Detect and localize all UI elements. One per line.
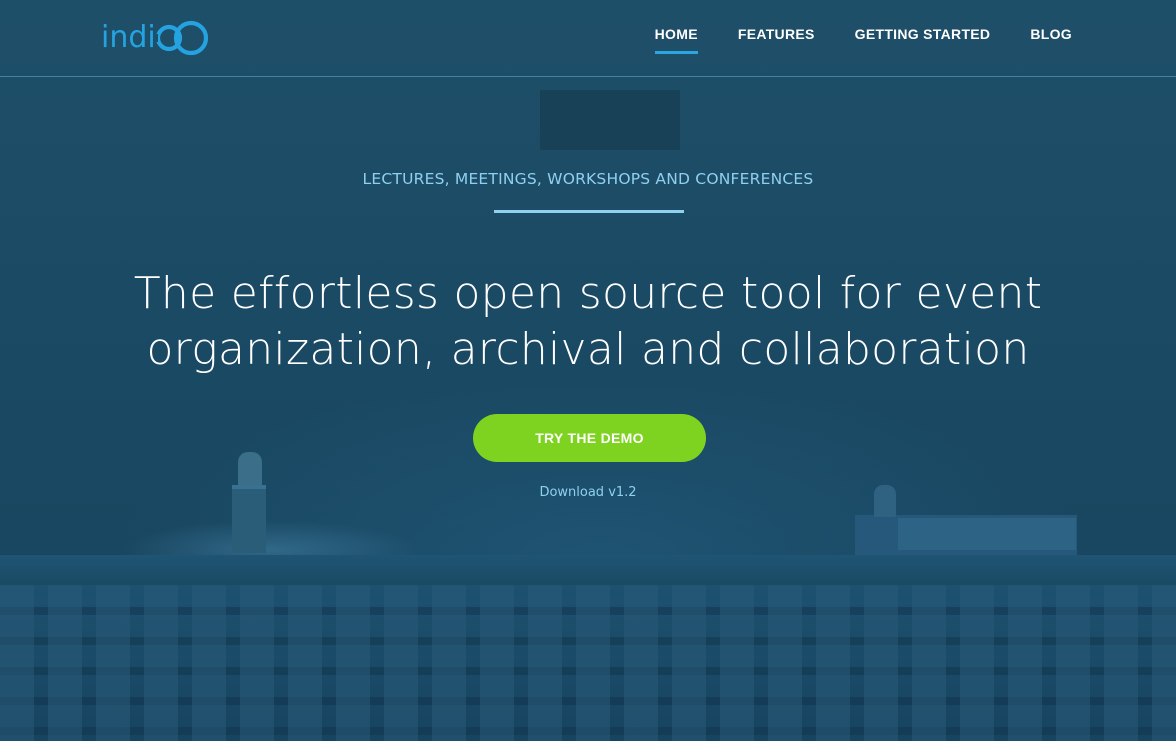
headline-line-1: The effortless open source tool for even… (133, 268, 1043, 319)
infinity-logo-icon (153, 20, 208, 56)
site-logo[interactable]: indi (101, 14, 212, 62)
audience-seats (0, 585, 1176, 741)
nav-links: HOME FEATURES GETTING STARTED BLOG (654, 26, 1072, 54)
headline-line-2: organization, archival and collaboration (146, 324, 1030, 375)
hero-headline: The effortless open source tool for even… (0, 266, 1176, 378)
ceiling-fixture (540, 90, 680, 150)
nav-home[interactable]: HOME (654, 26, 699, 54)
nav-features[interactable]: FEATURES (738, 26, 815, 54)
stage (0, 555, 1176, 585)
nav-blog[interactable]: BLOG (1030, 26, 1072, 54)
logo-wordmark: indi (101, 20, 156, 55)
hero-kicker: LECTURES, MEETINGS, WORKSHOPS AND CONFER… (362, 170, 814, 188)
kicker-divider (494, 210, 684, 213)
download-link[interactable]: Download v1.2 (0, 485, 1176, 500)
panel-banner (898, 518, 1076, 550)
top-navigation: indi HOME FEATURES GETTING STARTED BLOG (0, 0, 1176, 77)
try-demo-button[interactable]: TRY THE DEMO (473, 414, 706, 462)
nav-getting-started[interactable]: GETTING STARTED (855, 26, 991, 54)
